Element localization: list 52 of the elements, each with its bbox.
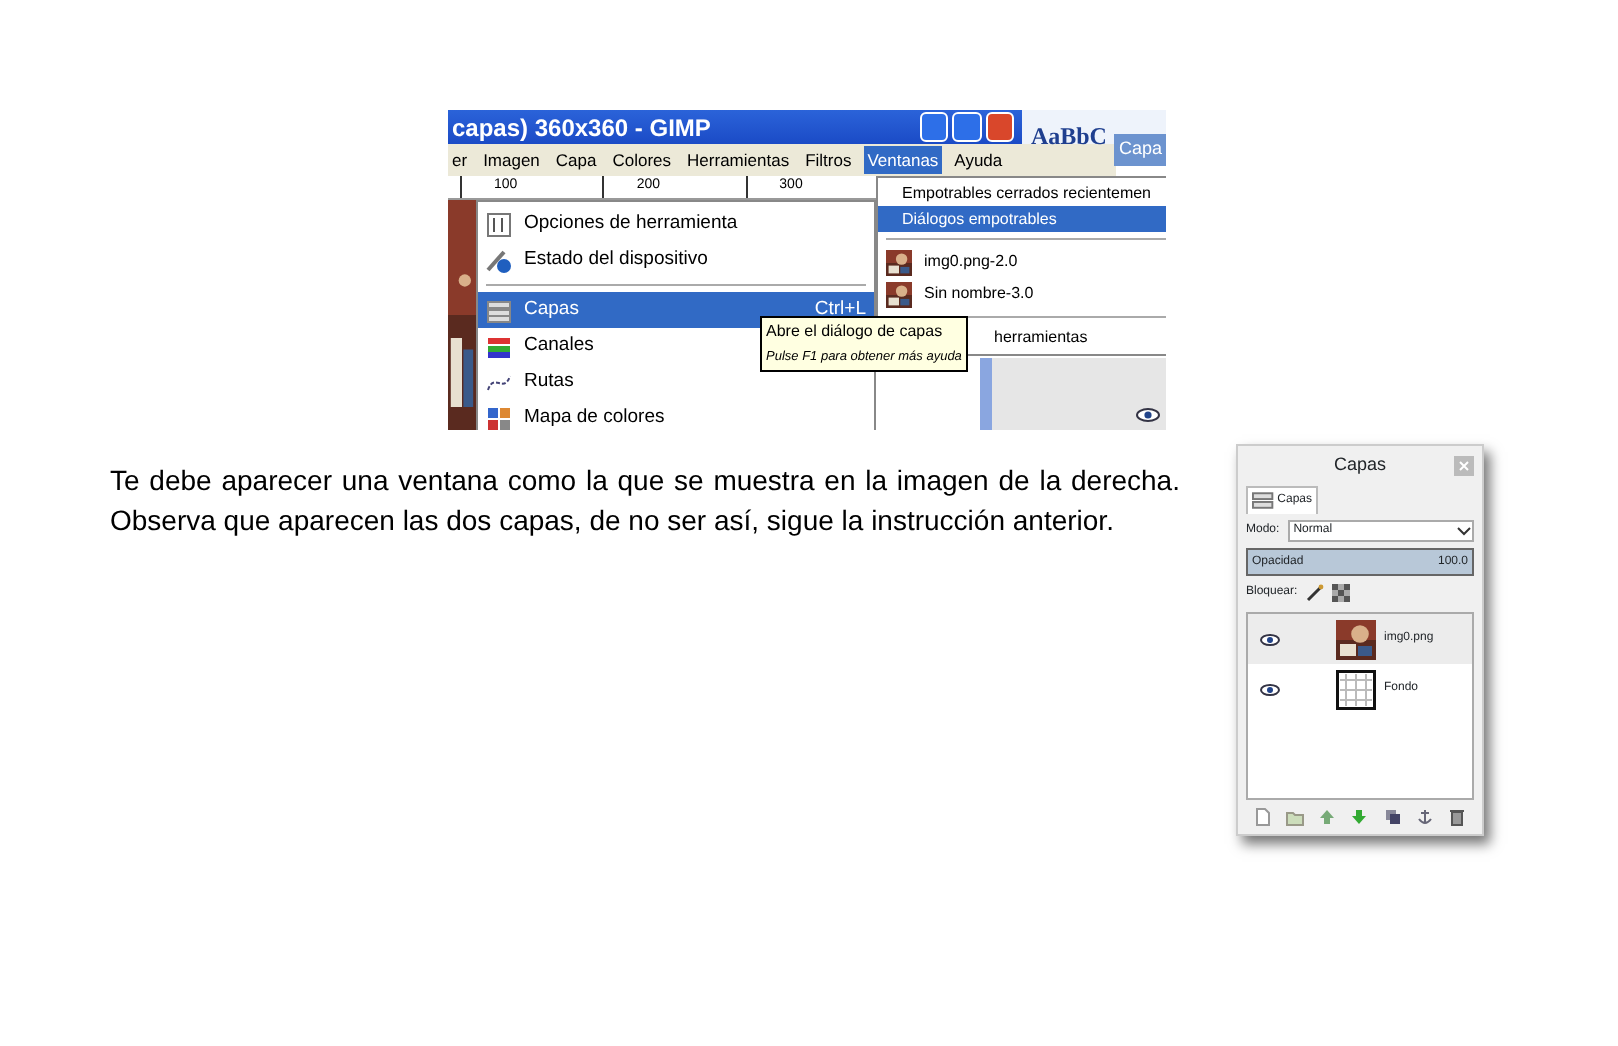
close-button[interactable] [985,112,1015,142]
maximize-button[interactable] [952,112,982,142]
menu-item[interactable]: img0.png-2.0 [878,246,1166,278]
grid-thumbnail-icon [1336,669,1376,709]
style-sample: AaBbC [1030,120,1107,154]
menu-item[interactable]: Sin nombre-3.0 [878,278,1166,310]
minimize-button[interactable] [919,112,949,142]
folder-icon[interactable] [1285,807,1304,825]
menu-item[interactable]: Ventanas [863,145,943,175]
menu-item[interactable]: Empotrables cerrados recientemen [878,180,1166,206]
channels-icon [486,333,512,359]
menu-item[interactable]: Filtros [801,145,856,175]
device-icon [486,247,512,273]
tool-options-icon [486,211,512,237]
shortcut-label: Ctrl+L [814,295,866,324]
anchor-icon[interactable] [1416,807,1435,825]
brush-icon [1305,584,1324,602]
menu-item-label: Mapa de colores [524,403,665,430]
menu-item[interactable]: er [448,145,472,175]
menu-item[interactable]: Imagen [479,145,544,175]
menu-item-label: Canales [524,331,594,360]
menu-item[interactable]: Mapa de colores [478,400,874,430]
menu-item[interactable]: Rutas [478,364,874,400]
new-layer-icon[interactable] [1253,807,1272,825]
down-arrow-icon[interactable] [1350,807,1369,825]
menu-item-label: Sin nombre-3.0 [924,282,1034,306]
menu-item[interactable]: Herramientas [683,145,794,175]
caret-icon [1456,525,1472,537]
dialog-title: Capas [1333,452,1386,479]
menu-item-label: Empotrables cerrados recientemen [902,181,1152,205]
menu-item[interactable]: Opciones de herramienta [478,206,874,242]
checker-icon [1331,584,1350,602]
menu-item-label: Opciones de herramienta [524,209,738,238]
window-title: capas) 360x360 - GIMP [450,111,713,145]
close-icon [1454,456,1474,476]
menu-item-label: Estado del dispositivo [524,245,708,274]
menu-item[interactable]: Diálogos empotrables [878,206,1166,232]
eye-icon [1260,633,1280,645]
eye-icon [1260,683,1280,695]
layers-icon [1252,492,1274,510]
menu-item[interactable]: Ayuda [950,145,1007,175]
trash-icon[interactable] [1448,807,1467,825]
duplicate-icon[interactable] [1383,807,1402,825]
menu-item-label: Diálogos empotrables [902,207,1057,231]
menu-item[interactable]: Capa [551,145,601,175]
layers-icon [486,297,512,323]
menu-item[interactable]: Colores [608,145,676,175]
menu-item[interactable]: Estado del dispositivo [478,242,874,278]
menu-item-label: Capas [524,295,579,324]
menu-item-label: Rutas [524,367,574,396]
menu-item-label: img0.png-2.0 [924,250,1018,274]
paragraph: Te debe aparecer una ventana como la que se muestra en la imagen de la derecha. Observa que aparecen las dos capas, de no ser así, sigue la instrucción anterior. [110,462,1180,540]
